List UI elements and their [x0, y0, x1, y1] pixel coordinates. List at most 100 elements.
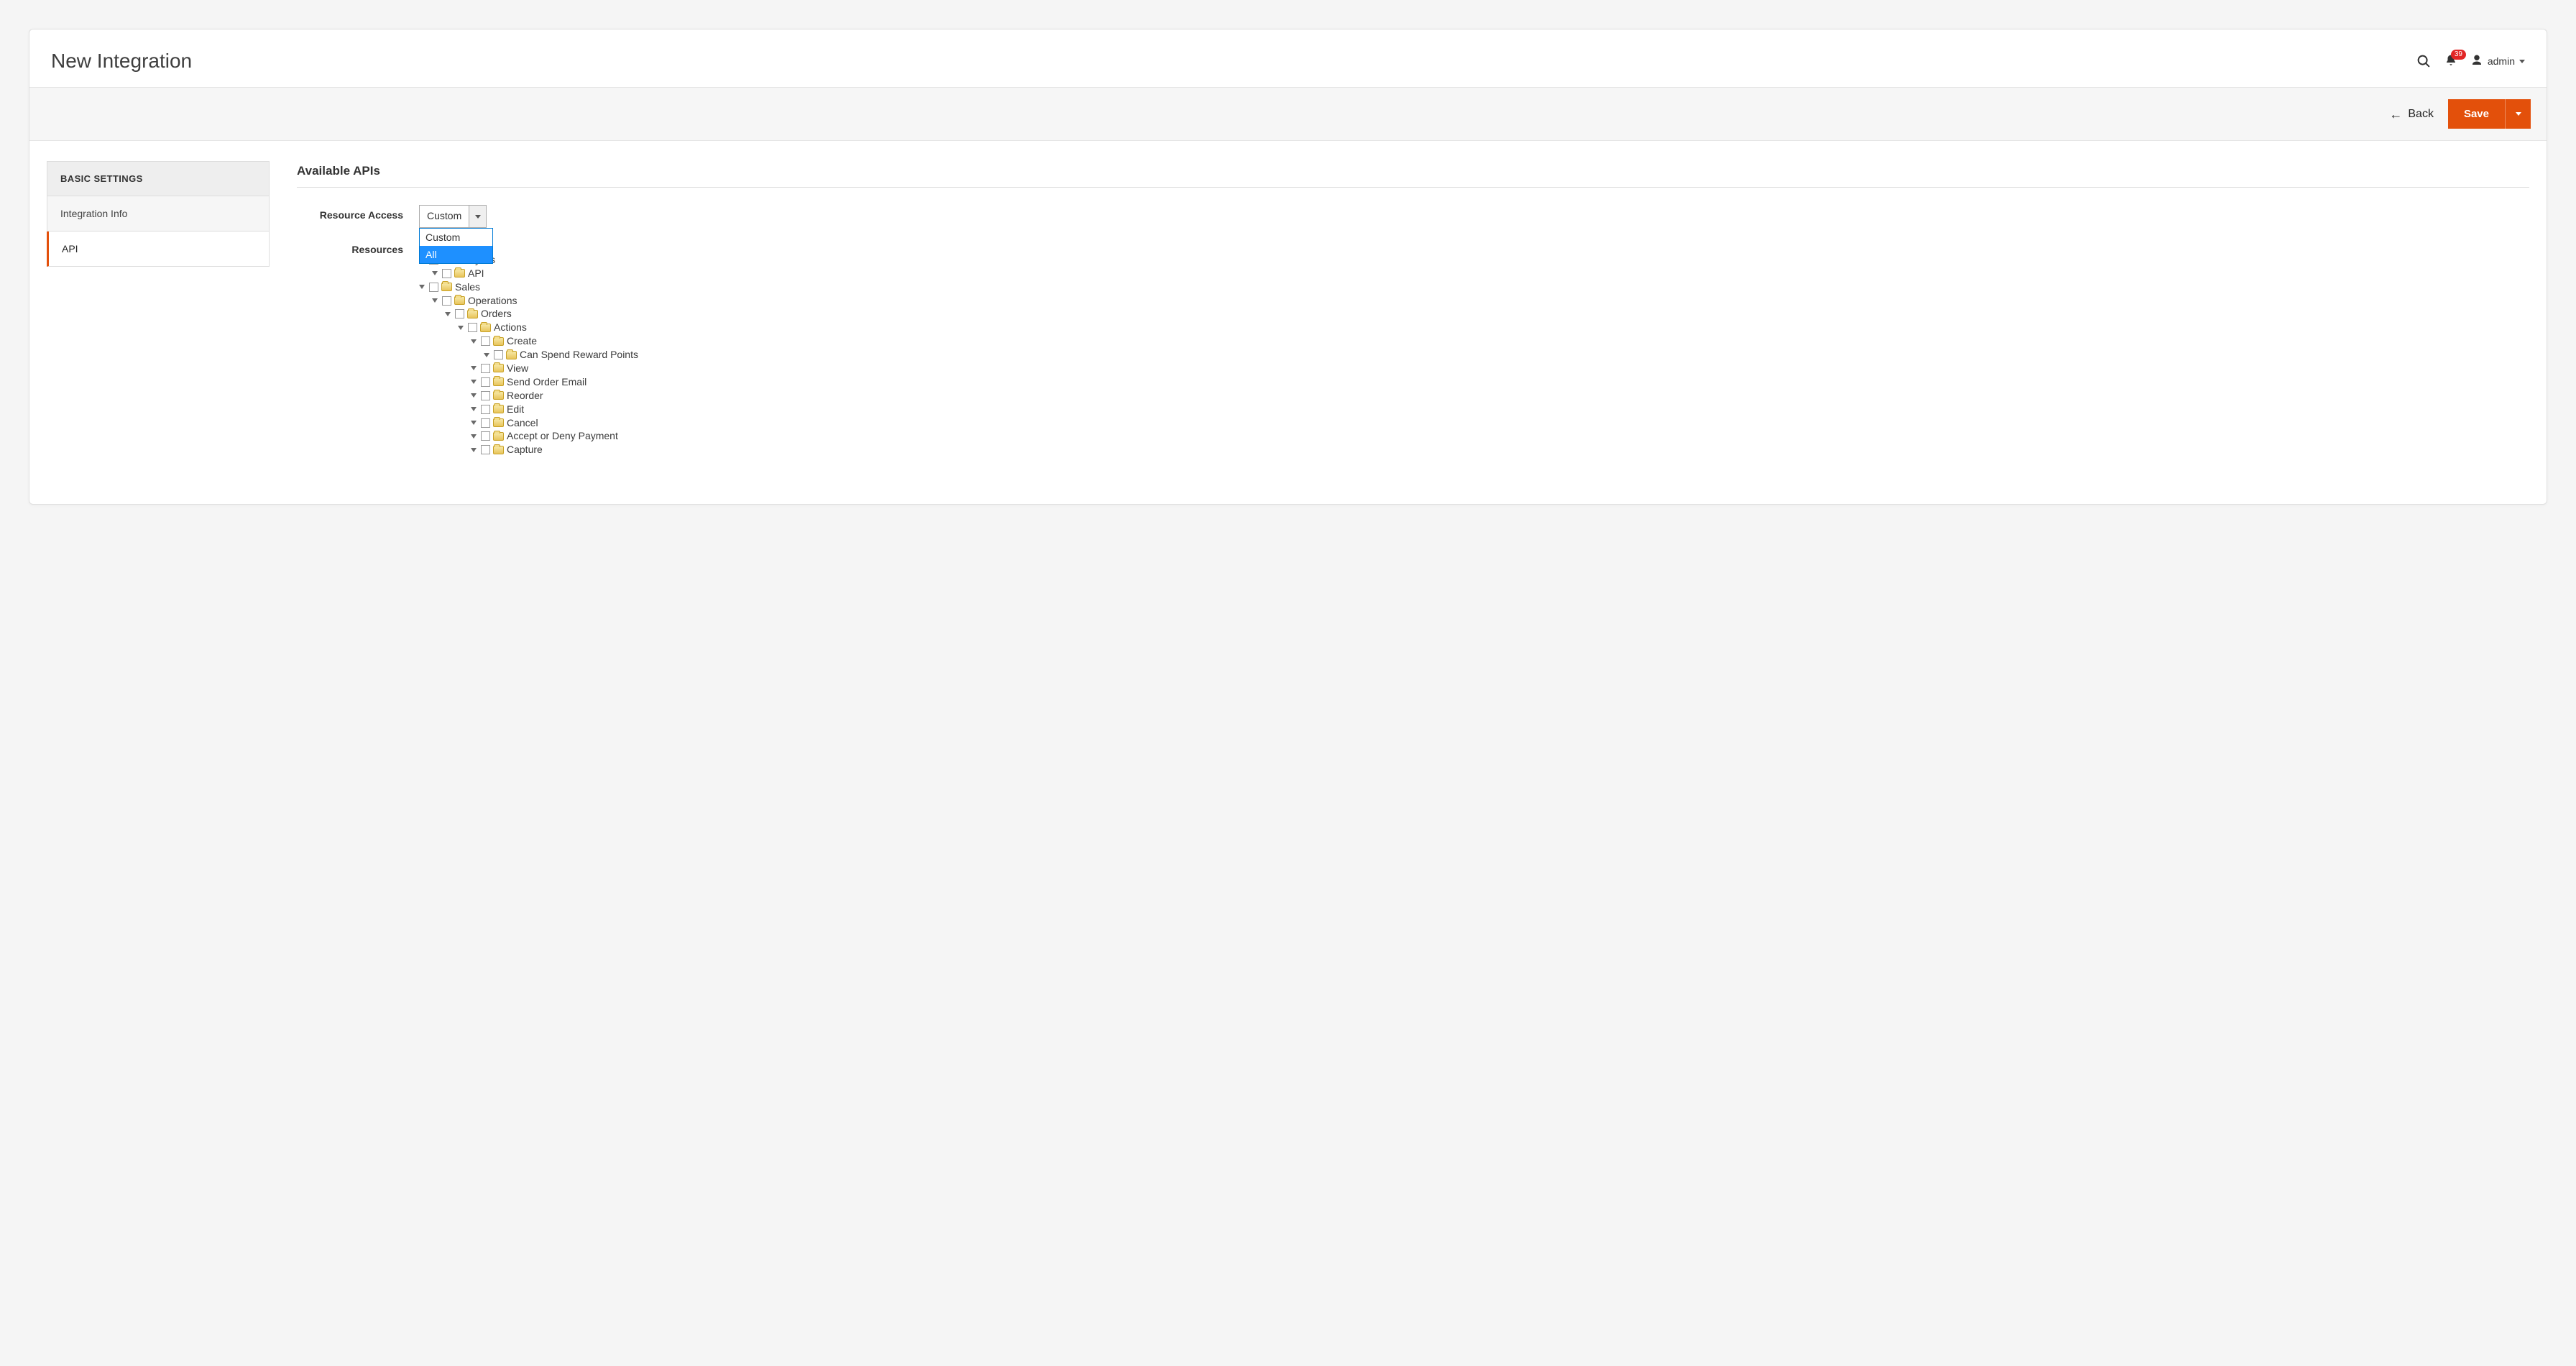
- tree-node[interactable]: Actions: [458, 321, 2529, 334]
- tree-checkbox[interactable]: [481, 364, 490, 373]
- dropdown-option-all[interactable]: All: [420, 246, 492, 263]
- tree-toggle-icon[interactable]: [471, 339, 477, 344]
- tree-toggle-icon[interactable]: [432, 271, 438, 275]
- tree-node[interactable]: Cancel: [471, 416, 2529, 430]
- tree-node-label: Reorder: [507, 389, 543, 403]
- tree-toggle-icon[interactable]: [471, 407, 477, 411]
- tree-node-label: Cancel: [507, 416, 538, 430]
- tree-toggle-icon[interactable]: [484, 353, 489, 357]
- tree-checkbox[interactable]: [442, 296, 451, 306]
- notification-count: 39: [2451, 50, 2466, 60]
- chevron-down-icon: [2519, 60, 2525, 63]
- page-title: New Integration: [51, 50, 192, 73]
- user-icon: [2470, 54, 2483, 69]
- save-button[interactable]: Save: [2448, 99, 2505, 129]
- tree-node-label: View: [507, 362, 528, 375]
- folder-icon: [441, 283, 452, 291]
- folder-icon: [493, 418, 504, 427]
- resources-label: Resources: [297, 239, 419, 255]
- tree-checkbox[interactable]: [481, 431, 490, 441]
- search-icon[interactable]: [2416, 53, 2432, 69]
- folder-icon: [506, 351, 517, 359]
- tree-node[interactable]: View: [471, 362, 2529, 375]
- sidebar-item-api[interactable]: API: [47, 232, 270, 267]
- user-name: admin: [2488, 55, 2515, 67]
- resource-access-dropdown: Custom All: [419, 228, 493, 264]
- tree-node[interactable]: Send Order Email: [471, 375, 2529, 389]
- section-title: Available APIs: [297, 164, 2529, 188]
- folder-icon: [493, 391, 504, 400]
- user-menu[interactable]: admin: [2470, 54, 2525, 69]
- tree-node[interactable]: Analytics: [419, 253, 2529, 267]
- chevron-down-icon: [475, 215, 481, 219]
- tree-node-label: Send Order Email: [507, 375, 586, 389]
- tree-node[interactable]: Orders: [445, 307, 2529, 321]
- sidebar-item-integration-info[interactable]: Integration Info: [47, 196, 270, 232]
- tree-node-label: Accept or Deny Payment: [507, 429, 618, 443]
- tree-toggle-icon[interactable]: [471, 448, 477, 452]
- resources-tree: ardAnalyticsAPISalesOperationsOrdersActi…: [419, 239, 2529, 457]
- tree-node-label: Operations: [468, 294, 517, 308]
- tree-node[interactable]: Can Spend Reward Points: [484, 348, 2529, 362]
- resource-access-select[interactable]: Custom: [419, 205, 487, 228]
- tree-node[interactable]: Edit: [471, 403, 2529, 416]
- tree-node[interactable]: Accept or Deny Payment: [471, 429, 2529, 443]
- notifications-button[interactable]: 39: [2444, 53, 2457, 70]
- tree-checkbox[interactable]: [494, 350, 503, 359]
- tree-checkbox[interactable]: [481, 445, 490, 454]
- tree-toggle-icon[interactable]: [458, 326, 464, 330]
- folder-icon: [493, 432, 504, 441]
- sidebar-item-label: Integration Info: [60, 208, 127, 219]
- select-value: Custom: [420, 206, 469, 227]
- folder-icon: [454, 296, 465, 305]
- tree-toggle-icon[interactable]: [471, 393, 477, 398]
- tree-node-label: Create: [507, 334, 537, 348]
- tree-toggle-icon[interactable]: [445, 312, 451, 316]
- tree-toggle-icon[interactable]: [471, 421, 477, 425]
- sidebar-section-title: BASIC SETTINGS: [47, 161, 270, 196]
- tree-node[interactable]: Operations: [432, 294, 2529, 308]
- tree-node-label: Edit: [507, 403, 524, 416]
- tree-toggle-icon[interactable]: [471, 434, 477, 439]
- tree-node-label: Orders: [481, 307, 512, 321]
- tree-checkbox[interactable]: [429, 283, 438, 292]
- tree-checkbox[interactable]: [455, 309, 464, 318]
- save-dropdown-button[interactable]: [2505, 99, 2531, 129]
- tree-toggle-icon[interactable]: [419, 285, 425, 289]
- back-label: Back: [2408, 108, 2434, 121]
- tree-checkbox[interactable]: [481, 405, 490, 414]
- tree-node[interactable]: Sales: [419, 280, 2529, 294]
- select-toggle[interactable]: [469, 206, 486, 227]
- tree-checkbox[interactable]: [481, 418, 490, 428]
- folder-icon: [493, 377, 504, 386]
- tree-node-label: Capture: [507, 443, 543, 457]
- tree-node-label: Sales: [455, 280, 480, 294]
- tree-checkbox[interactable]: [468, 323, 477, 332]
- folder-icon: [454, 269, 465, 278]
- tree-node[interactable]: ard: [419, 239, 2529, 253]
- sidebar-item-label: API: [62, 243, 78, 255]
- tree-node-label: Can Spend Reward Points: [520, 348, 638, 362]
- tree-node[interactable]: Reorder: [471, 389, 2529, 403]
- folder-icon: [493, 405, 504, 413]
- tree-checkbox[interactable]: [481, 377, 490, 387]
- arrow-left-icon: ←: [2389, 108, 2402, 121]
- chevron-down-icon: [2516, 112, 2521, 116]
- tree-checkbox[interactable]: [442, 269, 451, 278]
- folder-icon: [480, 324, 491, 332]
- resource-access-label: Resource Access: [297, 205, 419, 221]
- tree-toggle-icon[interactable]: [471, 366, 477, 370]
- tree-node[interactable]: API: [432, 267, 2529, 280]
- tree-node-label: API: [468, 267, 484, 280]
- back-button[interactable]: ← Back: [2389, 108, 2434, 121]
- tree-checkbox[interactable]: [481, 336, 490, 346]
- tree-toggle-icon[interactable]: [432, 298, 438, 303]
- dropdown-option-custom[interactable]: Custom: [420, 229, 492, 246]
- tree-toggle-icon[interactable]: [471, 380, 477, 384]
- tree-node[interactable]: Capture: [471, 443, 2529, 457]
- tree-node[interactable]: Create: [471, 334, 2529, 348]
- page-header: New Integration 39: [29, 29, 2547, 87]
- folder-icon: [493, 337, 504, 346]
- tree-checkbox[interactable]: [481, 391, 490, 400]
- folder-icon: [493, 364, 504, 372]
